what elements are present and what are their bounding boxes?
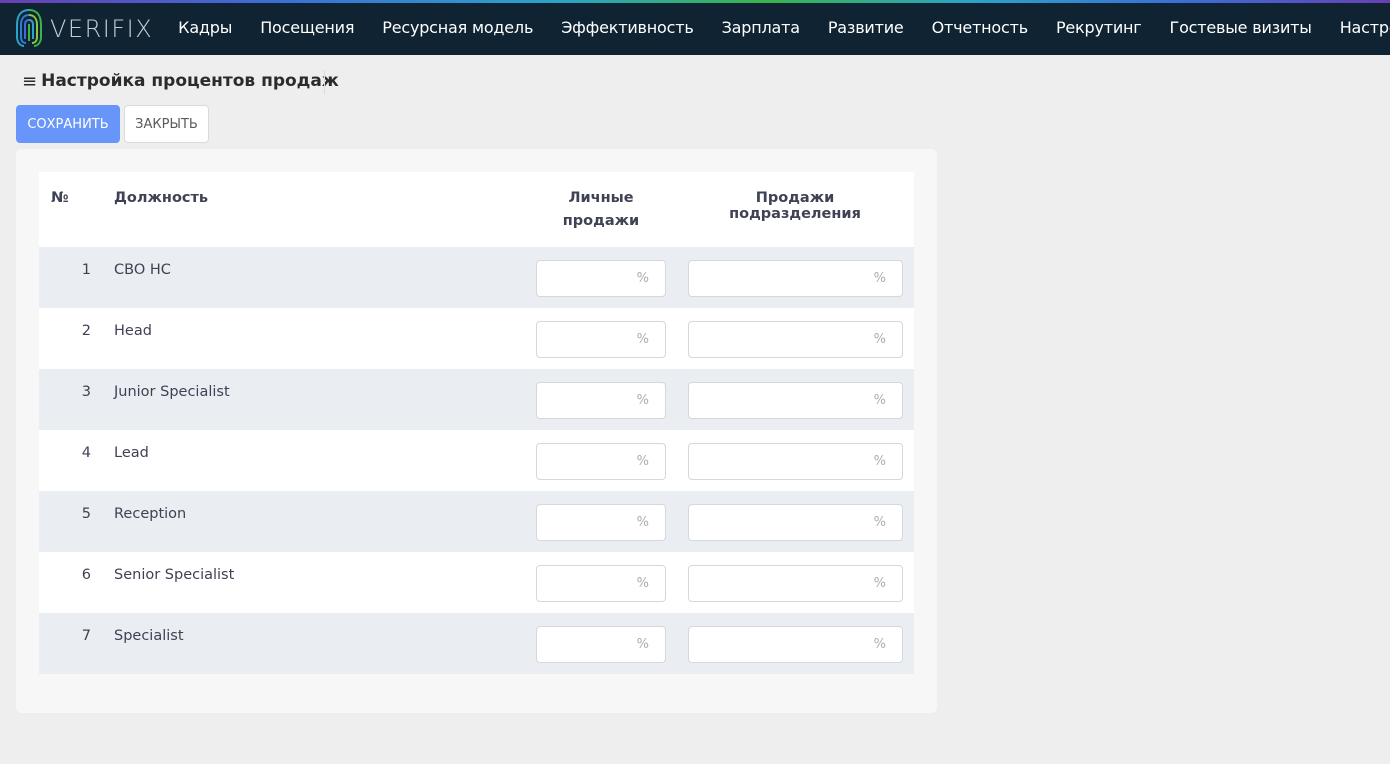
department-sales-input[interactable]: %	[688, 626, 903, 663]
nav-item[interactable]: Развитие	[814, 18, 918, 37]
percent-unit: %	[873, 393, 886, 408]
personal-sales-input[interactable]: %	[536, 626, 666, 663]
nav-item[interactable]: Гостевые визиты	[1156, 18, 1326, 37]
nav-item[interactable]: Кадры	[164, 18, 246, 37]
row-number: 6	[81, 567, 91, 583]
personal-sales-input[interactable]: %	[536, 382, 666, 419]
top-navbar: VERIFIX Кадры Посещения Ресурсная модель Эф…	[0, 0, 1390, 55]
header-department-sales: Продажи подразделения	[729, 190, 861, 222]
percent-unit: %	[873, 454, 886, 469]
nav-item[interactable]: Настройки	[1326, 18, 1390, 37]
row-number: 4	[81, 445, 91, 461]
row-number: 7	[81, 628, 91, 644]
percent-unit: %	[636, 637, 649, 652]
title-divider	[324, 70, 325, 94]
row-position: Junior Specialist	[114, 384, 230, 400]
header-number: №	[51, 190, 69, 206]
header-personal-sales: Личные продажи	[562, 190, 640, 229]
department-sales-input[interactable]: %	[688, 382, 903, 419]
table-row: 4 Lead%%	[39, 430, 914, 491]
percent-unit: %	[873, 576, 886, 591]
row-number: 1	[81, 262, 91, 278]
department-sales-input[interactable]: %	[688, 260, 903, 297]
table-row: 1 CBO HC%%	[39, 247, 914, 308]
personal-sales-input[interactable]: %	[536, 260, 666, 297]
personal-sales-input[interactable]: %	[536, 504, 666, 541]
personal-sales-input[interactable]: %	[536, 321, 666, 358]
row-position: CBO HC	[114, 262, 171, 278]
department-sales-input[interactable]: %	[688, 321, 903, 358]
row-position: Lead	[114, 445, 149, 461]
percent-unit: %	[873, 637, 886, 652]
nav-item[interactable]: Зарплата	[708, 18, 814, 37]
department-sales-input[interactable]: %	[688, 504, 903, 541]
nav-item[interactable]: Отчетность	[918, 18, 1042, 37]
brand-name: VERIFIX	[50, 14, 154, 43]
close-button[interactable]: ЗАКРЫТЬ	[124, 105, 209, 143]
page-title-text: Настройка процентов продаж	[41, 71, 339, 91]
settings-card: № Должность Личные продажи Продажи подра…	[16, 149, 937, 713]
fingerprint-logo-icon	[16, 8, 42, 47]
sales-percent-table: № Должность Личные продажи Продажи подра…	[39, 172, 914, 674]
table-row: 6 Senior Specialist%%	[39, 552, 914, 613]
row-position: Reception	[114, 506, 187, 522]
nav-item[interactable]: Посещения	[246, 18, 368, 37]
nav-item[interactable]: Ресурсная модель	[368, 18, 547, 37]
percent-unit: %	[636, 332, 649, 347]
percent-unit: %	[636, 515, 649, 530]
row-position: Senior Specialist	[114, 567, 235, 583]
save-button[interactable]: СОХРАНИТЬ	[16, 105, 120, 143]
personal-sales-input[interactable]: %	[536, 565, 666, 602]
department-sales-input[interactable]: %	[688, 443, 903, 480]
percent-unit: %	[873, 332, 886, 347]
row-position: Head	[114, 323, 152, 339]
hamburger-menu-icon[interactable]: ≡	[22, 71, 37, 92]
page-title: ≡ Настройка процентов продаж	[22, 68, 339, 94]
department-sales-input[interactable]: %	[688, 565, 903, 602]
row-number: 3	[81, 384, 91, 400]
percent-unit: %	[873, 515, 886, 530]
percent-unit: %	[636, 271, 649, 286]
logo[interactable]: VERIFIX	[14, 7, 153, 49]
table-header: № Должность Личные продажи Продажи подра…	[39, 172, 914, 247]
table-row: 3 Junior Specialist%%	[39, 369, 914, 430]
table-row: 7 Specialist%%	[39, 613, 914, 674]
percent-unit: %	[636, 454, 649, 469]
table-body: 1 CBO HC%% 2 Head%% 3 Junior Specialist%% 4 Lea…	[39, 247, 914, 674]
header-position: Должность	[114, 190, 209, 206]
row-number: 2	[81, 323, 91, 339]
nav-item[interactable]: Эффективность	[547, 18, 707, 37]
percent-unit: %	[636, 576, 649, 591]
percent-unit: %	[873, 271, 886, 286]
percent-unit: %	[636, 393, 649, 408]
nav-item[interactable]: Рекрутинг	[1042, 18, 1156, 37]
table-row: 2 Head%%	[39, 308, 914, 369]
personal-sales-input[interactable]: %	[536, 443, 666, 480]
table-row: 5 Reception%%	[39, 491, 914, 552]
main-menu: Кадры Посещения Ресурсная модель Эффективно…	[164, 18, 1390, 37]
top-color-strip	[0, 0, 1390, 3]
row-number: 5	[81, 506, 91, 522]
row-position: Specialist	[114, 628, 184, 644]
